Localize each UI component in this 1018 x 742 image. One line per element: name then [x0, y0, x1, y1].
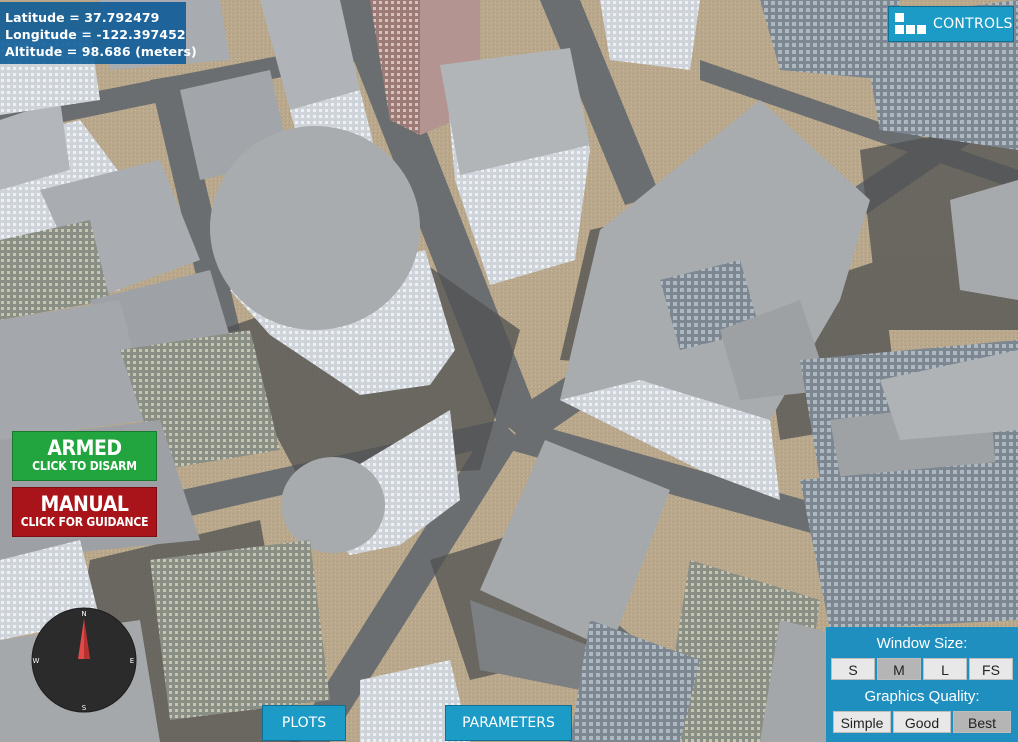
- controls-icon: [895, 13, 926, 34]
- compass-east-label: E: [130, 657, 134, 665]
- manual-mode-button[interactable]: MANUAL CLICK FOR GUIDANCE: [12, 487, 157, 537]
- armed-title: ARMED: [47, 436, 122, 460]
- compass-icon: N S E W: [31, 607, 137, 713]
- latitude-readout: Latitude = 37.792479: [5, 10, 160, 25]
- manual-title: MANUAL: [40, 492, 129, 516]
- armed-toggle-button[interactable]: ARMED CLICK TO DISARM: [12, 431, 157, 481]
- plots-button[interactable]: PLOTS: [262, 705, 346, 741]
- graphics-quality-simple-button[interactable]: Simple: [833, 711, 891, 733]
- simulator-viewport[interactable]: Latitude = 37.792479 Longitude = -122.39…: [0, 0, 1018, 742]
- compass-north-label: N: [81, 610, 86, 618]
- graphics-quality-best-button[interactable]: Best: [953, 711, 1011, 733]
- manual-subtitle: CLICK FOR GUIDANCE: [20, 515, 149, 529]
- compass-west-label: W: [33, 657, 40, 665]
- armed-subtitle: CLICK TO DISARM: [32, 459, 137, 473]
- settings-panel: Window Size: S M L FS Graphics Quality: …: [826, 627, 1018, 742]
- controls-button-label: CONTROLS: [933, 16, 1013, 32]
- window-size-s-button[interactable]: S: [831, 658, 875, 680]
- window-size-l-button[interactable]: L: [923, 658, 967, 680]
- graphics-quality-good-button[interactable]: Good: [893, 711, 951, 733]
- controls-button[interactable]: CONTROLS: [888, 6, 1014, 42]
- longitude-readout: Longitude = -122.397452: [5, 27, 186, 42]
- graphics-quality-label: Graphics Quality:: [864, 688, 980, 705]
- parameters-button[interactable]: PARAMETERS: [445, 705, 572, 741]
- telemetry-panel: Latitude = 37.792479 Longitude = -122.39…: [0, 2, 197, 64]
- window-size-label: Window Size:: [876, 635, 968, 652]
- graphics-quality-options: Simple Good Best: [826, 711, 1018, 733]
- window-size-options: S M L FS: [826, 658, 1018, 680]
- window-size-fs-button[interactable]: FS: [969, 658, 1013, 680]
- window-size-m-button[interactable]: M: [877, 658, 921, 680]
- altitude-readout: Altitude = 98.686 (meters): [5, 44, 197, 59]
- compass-south-label: S: [82, 704, 87, 712]
